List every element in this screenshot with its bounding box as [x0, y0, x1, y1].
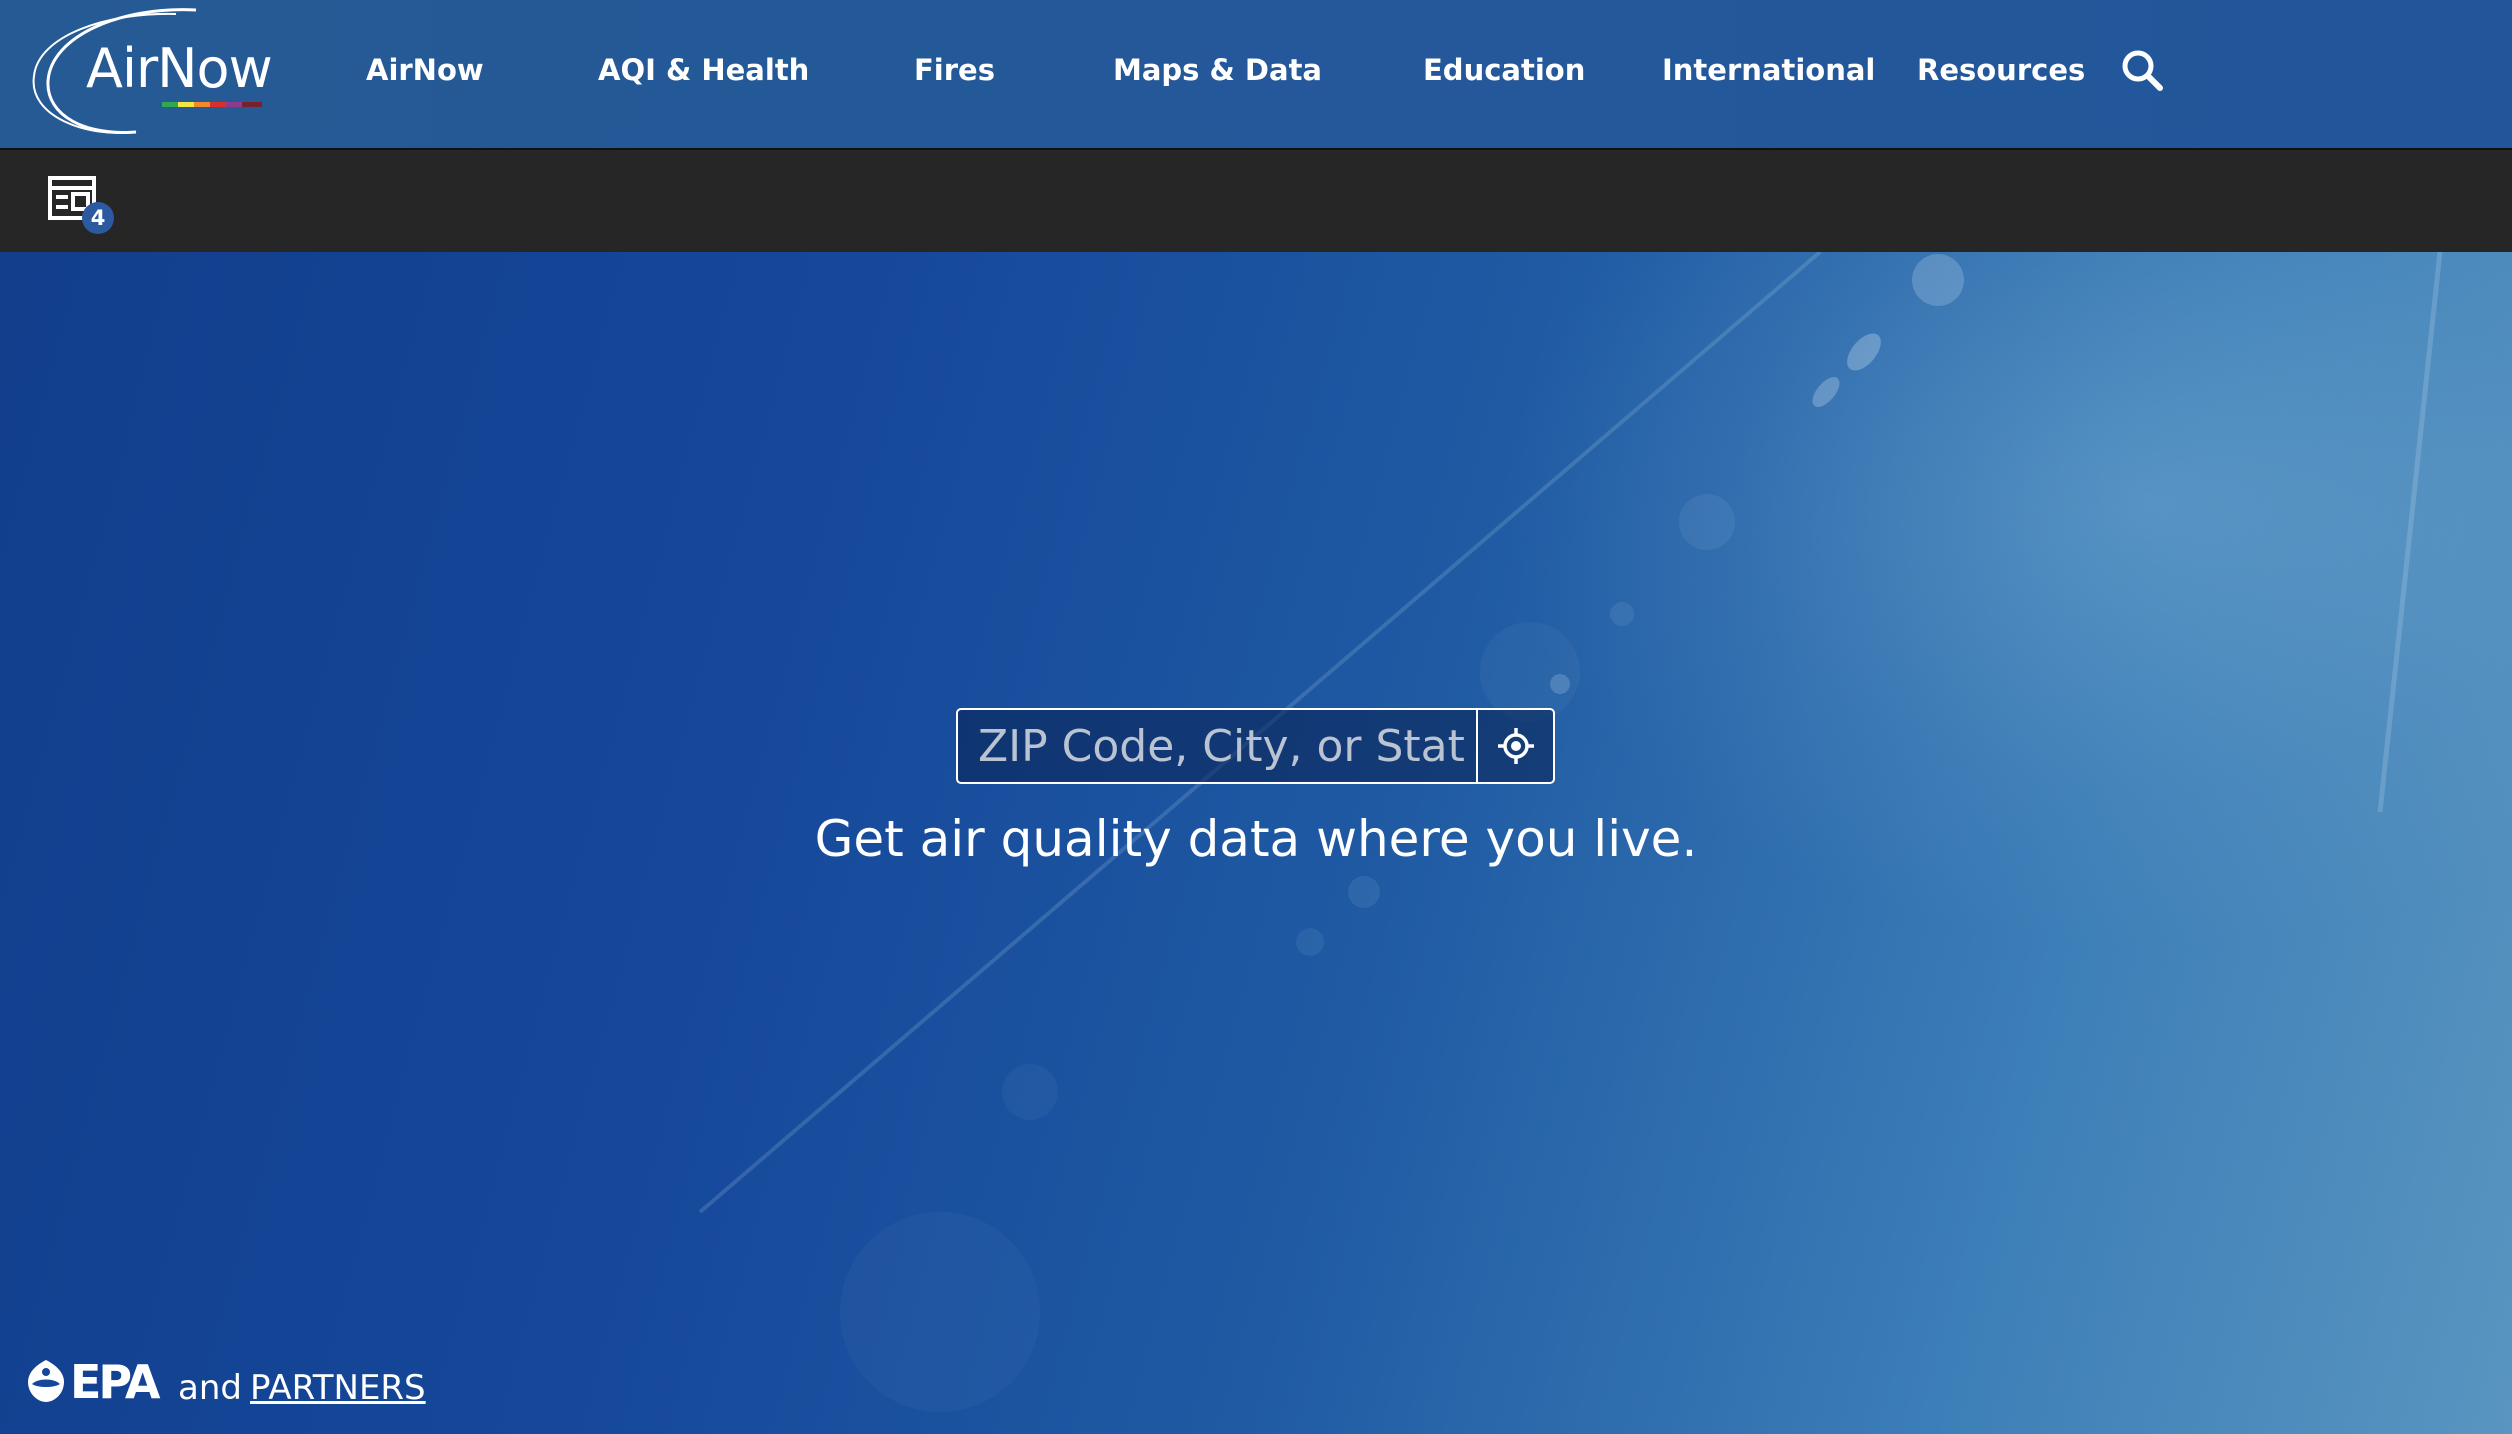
location-crosshair-icon [1498, 728, 1534, 764]
use-my-location-button[interactable] [1476, 710, 1553, 782]
epa-and-text: and [178, 1368, 242, 1408]
location-search-box [956, 708, 1555, 784]
nav-maps-data[interactable]: Maps & Data [1113, 52, 1322, 88]
location-search-input[interactable] [958, 710, 1476, 782]
epa-logo[interactable]: EPA [24, 1356, 170, 1406]
nav-resources[interactable]: Resources [1917, 52, 2085, 88]
hero-banner: Get air quality data where you live. [0, 252, 2512, 1434]
search-icon[interactable] [2118, 46, 2166, 94]
top-navigation: AirNow AirNow AQI & Health Fires Maps & … [0, 0, 2512, 150]
logo-text: AirNow [86, 37, 273, 100]
airnow-home-page: AirNow AirNow AQI & Health Fires Maps & … [0, 0, 2512, 1434]
epa-logo-text: EPA [70, 1356, 161, 1406]
partners-link[interactable]: PARTNERS [250, 1366, 426, 1410]
notifications-button[interactable]: 4 [46, 174, 122, 242]
airnow-logo[interactable]: AirNow [26, 6, 276, 138]
notification-count-badge: 4 [82, 202, 114, 234]
nav-international[interactable]: International [1662, 52, 1875, 88]
nav-education[interactable]: Education [1423, 52, 1585, 88]
nav-fires[interactable]: Fires [914, 52, 995, 88]
nav-airnow[interactable]: AirNow [366, 52, 484, 88]
nav-aqi-health[interactable]: AQI & Health [598, 52, 809, 88]
notification-toolbar: 4 [0, 150, 2512, 252]
hero-tagline: Get air quality data where you live. [814, 810, 1698, 868]
